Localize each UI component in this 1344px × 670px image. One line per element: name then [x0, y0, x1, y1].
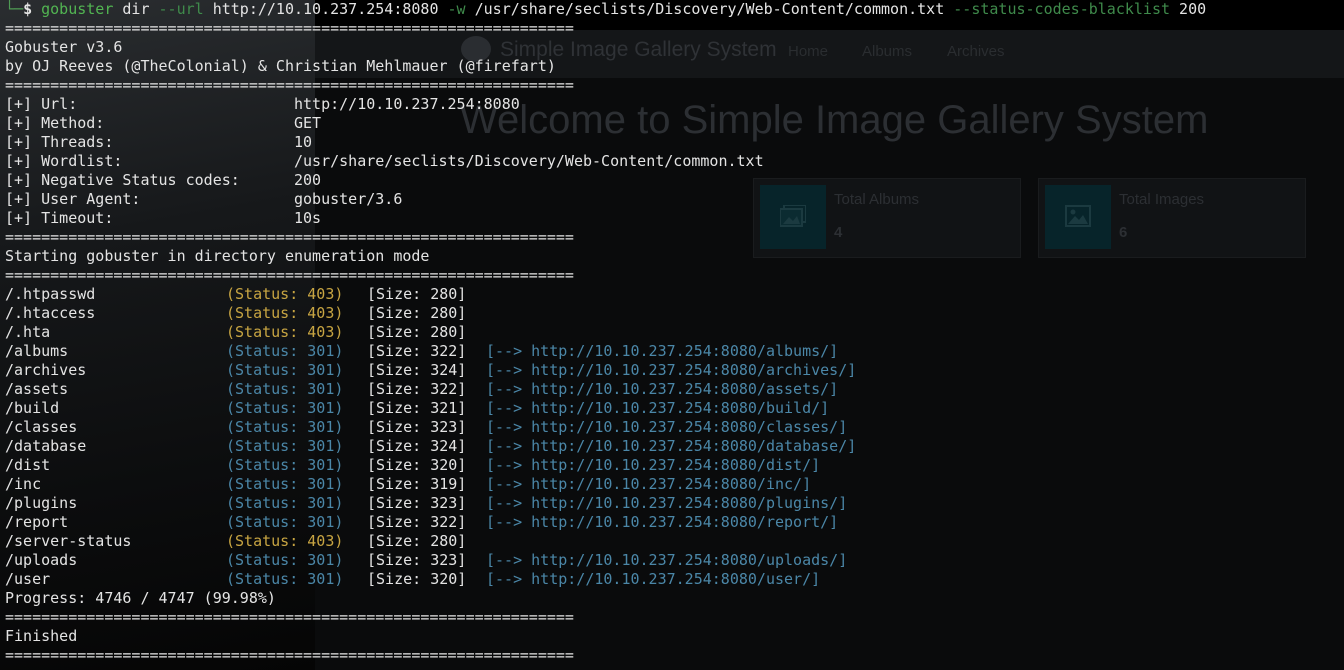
result-size: [Size: 323]	[367, 551, 467, 569]
result-status: (Status: 403)	[226, 532, 344, 550]
separator-line: ========================================…	[5, 608, 574, 626]
config-value: 200	[294, 171, 322, 189]
config-key: [+] Threads:	[5, 133, 114, 151]
result-status: (Status: 301)	[226, 513, 344, 531]
config-key: [+] Negative Status codes:	[5, 171, 240, 189]
config-key: [+] User Agent:	[5, 190, 141, 208]
result-path: /.htaccess	[5, 304, 96, 322]
config-value: GET	[294, 114, 322, 132]
banner-version: Gobuster v3.6	[5, 38, 123, 56]
result-redirect[interactable]: [--> http://10.10.237.254:8080/plugins/]	[486, 494, 847, 513]
result-size: [Size: 320]	[367, 570, 467, 588]
result-size: [Size: 321]	[367, 399, 467, 417]
result-status: (Status: 403)	[226, 323, 344, 341]
config-key: [+] Method:	[5, 114, 105, 132]
result-path: /database	[5, 437, 87, 455]
separator-line: ========================================…	[5, 228, 574, 246]
blacklist-flag: --status-codes-blacklist	[953, 0, 1171, 18]
separator-line: ========================================…	[5, 646, 574, 664]
banner-authors: by OJ Reeves (@TheColonial) & Christian …	[5, 57, 556, 75]
config-key: [+] Url:	[5, 95, 78, 113]
result-status: (Status: 301)	[226, 361, 344, 379]
result-redirect[interactable]: [--> http://10.10.237.254:8080/dist/]	[486, 456, 820, 475]
result-path: /assets	[5, 380, 69, 398]
result-status: (Status: 301)	[226, 380, 344, 398]
result-redirect[interactable]: [--> http://10.10.237.254:8080/report/]	[486, 513, 838, 532]
result-path: /.htpasswd	[5, 285, 96, 303]
config-value: 10	[294, 133, 313, 151]
result-path: /uploads	[5, 551, 78, 569]
result-redirect[interactable]: [--> http://10.10.237.254:8080/albums/]	[486, 342, 838, 361]
result-path: /dist	[5, 456, 51, 474]
result-size: [Size: 319]	[367, 475, 467, 493]
result-size: [Size: 280]	[367, 323, 467, 341]
result-path: /server-status	[5, 532, 132, 550]
command-mode: dir	[122, 0, 150, 18]
result-status: (Status: 301)	[226, 456, 344, 474]
separator-line: ========================================…	[5, 266, 574, 284]
config-key: [+] Timeout:	[5, 209, 114, 227]
result-redirect[interactable]: [--> http://10.10.237.254:8080/user/]	[486, 570, 820, 589]
result-redirect[interactable]: [--> http://10.10.237.254:8080/classes/]	[486, 418, 847, 437]
result-redirect[interactable]: [--> http://10.10.237.254:8080/database/…	[486, 437, 856, 456]
config-value: http://10.10.237.254:8080	[294, 95, 520, 113]
result-size: [Size: 280]	[367, 304, 467, 322]
result-status: (Status: 403)	[226, 304, 344, 322]
result-path: /plugins	[5, 494, 78, 512]
url-arg: http://10.10.237.254:8080	[212, 0, 439, 18]
result-path: /report	[5, 513, 69, 531]
result-size: [Size: 323]	[367, 418, 467, 436]
result-size: [Size: 324]	[367, 437, 467, 455]
progress-line: Progress: 4746 / 4747 (99.98%)	[5, 589, 276, 607]
result-path: /archives	[5, 361, 87, 379]
separator-line: ========================================…	[5, 76, 574, 94]
result-size: [Size: 280]	[367, 532, 467, 550]
result-path: /classes	[5, 418, 78, 436]
result-status: (Status: 301)	[226, 494, 344, 512]
result-size: [Size: 322]	[367, 342, 467, 360]
result-redirect[interactable]: [--> http://10.10.237.254:8080/uploads/]	[486, 551, 847, 570]
result-redirect[interactable]: [--> http://10.10.237.254:8080/archives/…	[486, 361, 856, 380]
result-redirect[interactable]: [--> http://10.10.237.254:8080/assets/]	[486, 380, 838, 399]
prompt-symbol: $	[23, 0, 33, 18]
command-name: gobuster	[41, 0, 114, 18]
separator-line: ========================================…	[5, 19, 574, 37]
result-redirect[interactable]: [--> http://10.10.237.254:8080/build/]	[486, 399, 829, 418]
blacklist-arg: 200	[1179, 0, 1207, 18]
result-redirect[interactable]: [--> http://10.10.237.254:8080/inc/]	[486, 475, 811, 494]
result-path: /.hta	[5, 323, 51, 341]
result-path: /user	[5, 570, 51, 588]
result-size: [Size: 280]	[367, 285, 467, 303]
terminal-output[interactable]: └─$ gobuster dir --url http://10.10.237.…	[0, 0, 1344, 670]
config-value: /usr/share/seclists/Discovery/Web-Conten…	[294, 152, 764, 170]
config-value: gobuster/3.6	[294, 190, 403, 208]
result-status: (Status: 301)	[226, 418, 344, 436]
url-flag: --url	[158, 0, 204, 18]
result-status: (Status: 301)	[226, 399, 344, 417]
result-status: (Status: 301)	[226, 551, 344, 569]
result-size: [Size: 322]	[367, 380, 467, 398]
result-size: [Size: 322]	[367, 513, 467, 531]
command-line[interactable]: └─$ gobuster dir --url http://10.10.237.…	[5, 0, 1206, 19]
result-size: [Size: 324]	[367, 361, 467, 379]
wordlist-flag: -w	[447, 0, 466, 18]
config-value: 10s	[294, 209, 322, 227]
result-path: /albums	[5, 342, 69, 360]
result-status: (Status: 301)	[226, 475, 344, 493]
prompt-corner: └─	[5, 0, 24, 18]
start-message: Starting gobuster in directory enumerati…	[5, 247, 430, 265]
config-key: [+] Wordlist:	[5, 152, 123, 170]
result-status: (Status: 301)	[226, 342, 344, 360]
result-path: /inc	[5, 475, 42, 493]
result-status: (Status: 403)	[226, 285, 344, 303]
result-size: [Size: 320]	[367, 456, 467, 474]
result-status: (Status: 301)	[226, 570, 344, 588]
result-size: [Size: 323]	[367, 494, 467, 512]
result-path: /build	[5, 399, 60, 417]
wordlist-arg: /usr/share/seclists/Discovery/Web-Conten…	[474, 0, 945, 18]
finished-line: Finished	[5, 627, 78, 645]
result-status: (Status: 301)	[226, 437, 344, 455]
